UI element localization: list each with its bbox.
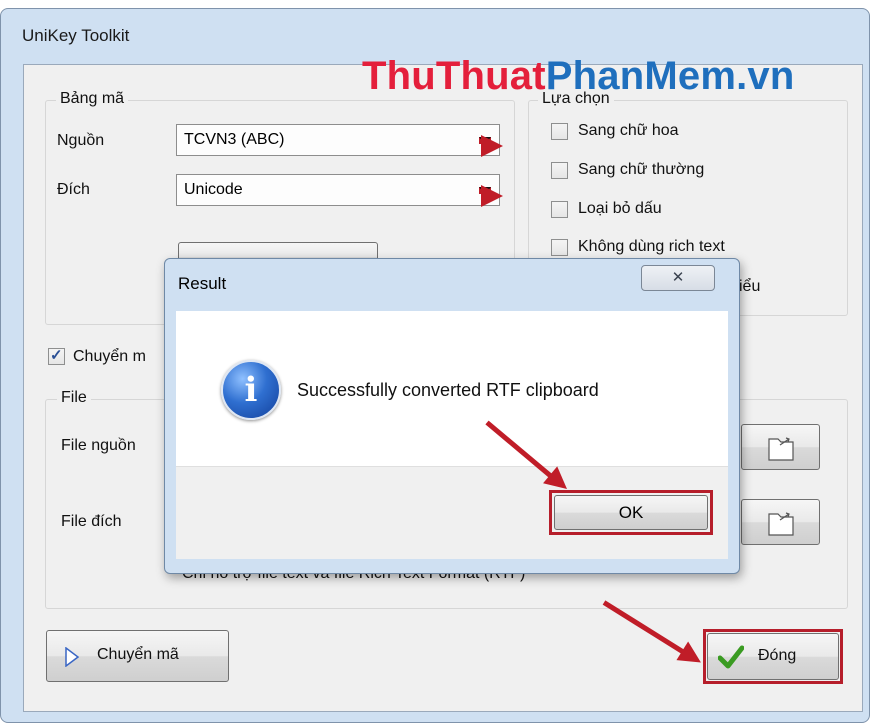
no-rich-text-checkbox[interactable] <box>551 239 568 256</box>
info-icon: i <box>221 360 281 420</box>
convert-button-label: Chuyển mã <box>97 646 179 663</box>
convert-button[interactable]: Chuyển mã <box>46 630 229 682</box>
browse-dest-file-button[interactable] <box>741 499 820 545</box>
dest-encoding-value: Unicode <box>184 181 243 198</box>
chevron-down-icon <box>479 135 503 157</box>
dest-encoding-select[interactable]: Unicode <box>176 174 503 207</box>
ok-button-label: OK <box>618 503 644 522</box>
dest-encoding-label: Đích <box>57 181 90 198</box>
encoding-group-legend: Bảng mã <box>56 90 129 108</box>
remove-accents-label: Loại bỏ dấu <box>578 200 662 217</box>
dialog-message: Successfully converted RTF clipboard <box>297 380 599 400</box>
clipboard-convert-label: Chuyển m <box>73 348 146 365</box>
close-button[interactable]: Đóng <box>707 633 839 680</box>
clipboard-convert-checkbox[interactable] <box>48 346 65 365</box>
dialog-title: Result <box>178 274 227 293</box>
dialog-close-button[interactable]: ✕ <box>641 265 715 291</box>
browse-source-file-button[interactable] <box>741 424 820 470</box>
close-icon: ✕ <box>671 269 685 286</box>
ok-button[interactable]: OK <box>554 495 708 530</box>
uppercase-checkbox[interactable] <box>551 123 568 140</box>
remove-accents-checkbox[interactable] <box>551 201 568 218</box>
play-arrow-icon <box>65 647 79 667</box>
option5-label: iểu <box>739 278 761 295</box>
lowercase-label: Sang chữ thường <box>578 161 705 178</box>
source-encoding-value: TCVN3 (ABC) <box>184 131 285 148</box>
lowercase-checkbox[interactable] <box>551 162 568 179</box>
folder-open-icon <box>768 512 794 536</box>
folder-open-icon <box>768 437 794 461</box>
dest-file-label: File đích <box>61 513 122 530</box>
chevron-down-icon <box>479 185 503 207</box>
file-group-legend: File <box>57 389 91 407</box>
watermark-logo: ThuThuatPhanMem.vn <box>362 54 795 98</box>
uppercase-label: Sang chữ hoa <box>578 122 679 139</box>
source-file-label: File nguồn <box>61 437 136 454</box>
no-rich-text-label: Không dùng rich text <box>578 238 725 255</box>
checkmark-icon <box>718 645 744 669</box>
window-title: UniKey Toolkit <box>22 26 130 45</box>
close-button-label: Đóng <box>758 647 797 664</box>
source-encoding-select[interactable]: TCVN3 (ABC) <box>176 124 503 157</box>
source-encoding-label: Nguồn <box>57 132 105 149</box>
